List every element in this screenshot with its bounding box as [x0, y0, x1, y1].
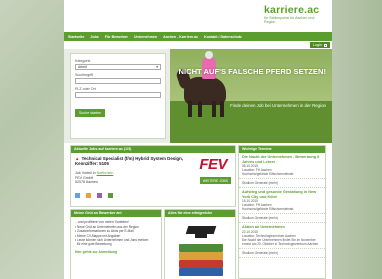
register-header: Meine Grüt an Bewerber an! — [71, 210, 161, 217]
mail-icon[interactable] — [97, 193, 102, 198]
kategorie-value: Arbeit — [78, 65, 87, 69]
rider-head — [205, 51, 213, 59]
share-icon[interactable] — [75, 193, 80, 198]
background-left — [0, 0, 64, 279]
event-title: Studium Generale (mehr) — [242, 181, 278, 186]
header: karriere.ac Ihr Stellenportal für Aachen… — [64, 0, 332, 32]
event-title: Studium Generale (mehr) — [242, 216, 278, 221]
event-extra: Hochschulgelände Eilfschornsteinstr. — [242, 172, 295, 177]
site-logo[interactable]: karriere.ac Ihr Stellenportal für Aachen… — [264, 4, 326, 28]
nav-item-jobs[interactable]: Jobs — [90, 35, 98, 39]
background-right — [332, 0, 382, 279]
hero: Kategorie Arbeit ▾ Suchbegriff PLZ oder … — [64, 49, 332, 143]
application-tips-box[interactable]: Alles für eine erfolgreiche Bewerbungsph… — [164, 209, 236, 279]
page: karriere.ac Ihr Stellenportal für Aachen… — [64, 0, 332, 279]
event-item[interactable]: Studium Generale (mehr) — [239, 214, 325, 224]
keyword-input[interactable] — [75, 78, 161, 84]
logo-text: karriere.ac — [264, 4, 320, 16]
nav-item-bewerber[interactable]: Für Bewerber — [105, 35, 128, 39]
plz-label: PLZ oder Ort — [75, 87, 96, 91]
warning-icon: ▲ — [75, 156, 80, 161]
job-meta: Job Vorteil in Northrhein FEV GmbH 52078… — [75, 171, 113, 185]
horse-leg — [188, 101, 192, 117]
plz-input[interactable] — [75, 92, 161, 98]
job-location-link[interactable]: Northrhein — [97, 171, 114, 175]
kategorie-label: Kategorie — [75, 59, 91, 63]
subbar: Login — [64, 41, 332, 49]
events-sidebar: Wichtige Termine Die Nacht der Unternehm… — [238, 145, 326, 279]
event-extra: Hochschulgelände Eilfschornsteinstr. — [242, 207, 295, 212]
lock-icon — [324, 43, 327, 47]
register-bullet: für eine gute Bewerbung — [76, 242, 112, 247]
application-tips-header: Alles für eine erfolgreiche Bewerbungsph… — [165, 210, 235, 222]
job-title: Technical Specialist (f/m) Hybrid System… — [75, 156, 184, 167]
banner-headline: NICHT AUF'S FALSCHE PFERD SETZEN! — [178, 67, 327, 76]
main-nav: Startseite Jobs Für Bewerber Unternehmen… — [64, 32, 332, 41]
register-list: ...und profitiere von vielen Vorteilen! … — [71, 217, 161, 257]
event-item[interactable]: Aufstieg und gesunde Gestaltung in New Y… — [239, 188, 325, 215]
register-link[interactable]: Hier gehts zur Anmeldung — [75, 250, 157, 254]
print-icon[interactable] — [108, 193, 113, 198]
event-item[interactable]: Aktion an Unternehmen 22.10.2015 Locatio… — [239, 223, 325, 249]
nav-item-kontakt[interactable]: Kontakt / Datenschutz — [204, 35, 242, 39]
event-item[interactable]: Studium Generale (mehr) — [239, 249, 325, 258]
register-lead: ...und profitiere von vielen Vorteilen! — [75, 220, 129, 224]
current-jobs-header: Aktuelle Jobs auf karriere.ac (1/3) — [71, 146, 235, 153]
event-title: Aufstieg und gesunde Gestaltung in New Y… — [242, 190, 317, 199]
nav-item-startseite[interactable]: Startseite — [68, 35, 84, 39]
nav-item-aachen[interactable]: Aachen - Karriere.ac — [163, 35, 198, 39]
job-search-form: Kategorie Arbeit ▾ Suchbegriff PLZ oder … — [70, 53, 166, 139]
horse-leg — [212, 101, 216, 117]
more-jobs-button[interactable]: WEITERE JOBS — [199, 177, 231, 184]
event-title: Die Nacht der Unternehmen - Bewerbung 5 … — [242, 155, 320, 164]
search-button[interactable]: Suche starten — [75, 109, 106, 117]
horse-leg — [220, 101, 224, 117]
share-icons — [75, 193, 113, 198]
horse-leg — [198, 101, 202, 117]
event-title: Studium Generale (mehr) — [242, 250, 278, 255]
logo-tagline: Ihr Stellenportal für Aachen und Region — [264, 16, 315, 25]
keyword-label: Suchbegriff — [75, 73, 94, 77]
current-jobs-box: Aktuelle Jobs auf karriere.ac (1/3) ▲ Te… — [70, 145, 236, 207]
company-line-2: 52078 Aachen — [75, 180, 98, 185]
login-button[interactable]: Login — [309, 42, 330, 48]
job-location-label: Job Vorteil in — [75, 171, 96, 175]
event-item[interactable]: Die Nacht der Unternehmen - Bewerbung 5 … — [239, 153, 325, 180]
hero-banner[interactable]: NICHT AUF'S FALSCHE PFERD SETZEN! Finde … — [170, 49, 332, 143]
company-logo[interactable]: FEV — [199, 156, 227, 173]
kategorie-select[interactable]: Arbeit ▾ — [75, 64, 161, 70]
banner-subtext: Finde deinen Job bei Unternehmen in der … — [230, 103, 326, 108]
nav-item-unternehmen[interactable]: Unternehmen — [134, 35, 157, 39]
books-graduation-image — [179, 226, 223, 276]
login-label: Login — [312, 43, 322, 47]
chevron-down-icon: ▾ — [156, 65, 158, 69]
register-box: Meine Grüt an Bewerber an! ...und profit… — [70, 209, 162, 279]
event-item[interactable]: Studium Generale (mehr) — [239, 179, 325, 189]
events-header: Wichtige Termine — [239, 146, 325, 153]
event-extra: Die Nacht der Unternehmen findet Sie im … — [242, 237, 319, 246]
bookmark-icon[interactable] — [86, 193, 91, 198]
job-title-link[interactable]: ▲ Technical Specialist (f/m) Hybrid Syst… — [75, 156, 185, 167]
